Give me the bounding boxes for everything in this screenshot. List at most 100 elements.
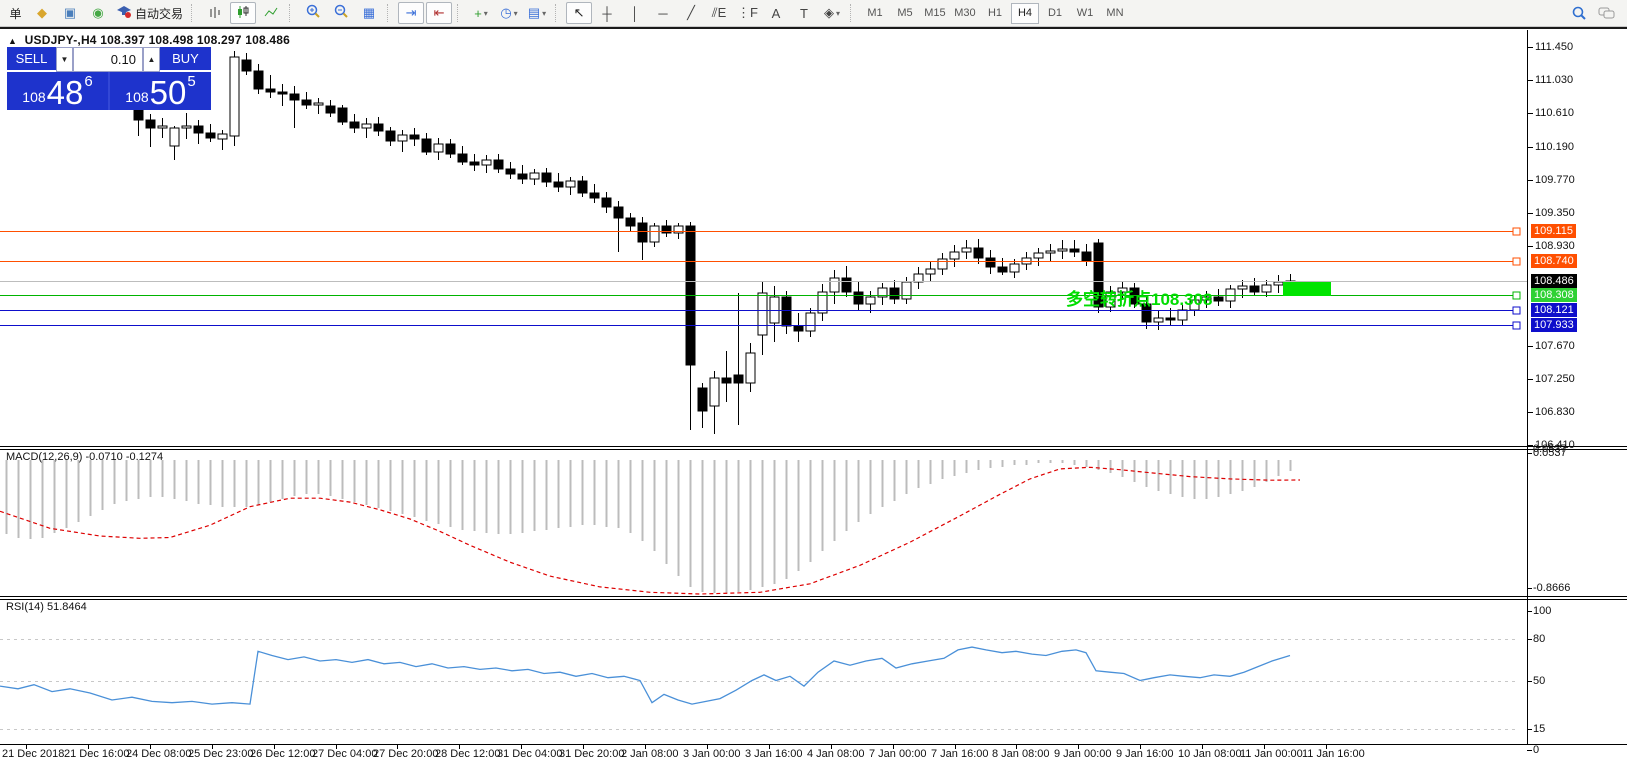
fibonacci-icon[interactable]: ⋮F [734, 2, 761, 24]
timeframe-button-mn[interactable]: MN [1101, 3, 1129, 24]
timeframe-button-m1[interactable]: M1 [861, 3, 889, 24]
zoom-in-icon[interactable] [300, 2, 326, 24]
price-level-badge[interactable]: 108.308 [1531, 288, 1577, 302]
dropdown-arrow-icon[interactable]: ▾ [542, 9, 546, 18]
text-icon: A [772, 6, 781, 21]
rsi-line [0, 647, 1290, 704]
time-axis-label: 8 Jan 08:00 [992, 748, 1050, 760]
timeframe-button-m5[interactable]: M5 [891, 3, 919, 24]
toolbar-separator [191, 4, 198, 22]
lot-increase-button[interactable]: ▲ [143, 47, 160, 72]
macd-indicator-label: MACD(12,26,9) -0.0710 -0.1274 [6, 451, 163, 463]
toolbar-separator [850, 4, 857, 22]
time-axis-label: 27 Dec 04:00 [312, 748, 377, 760]
timeframe-button-w1[interactable]: W1 [1071, 3, 1099, 24]
label-icon[interactable]: T [791, 2, 817, 24]
horizontal-line-icon[interactable]: ─ [650, 2, 676, 24]
timeframe-button-m30[interactable]: M30 [951, 3, 979, 24]
lot-size-input[interactable]: 0.10 [73, 47, 143, 72]
lot-dropdown-button[interactable]: ▼ [56, 47, 73, 72]
candlestick-chart-icon [236, 5, 250, 22]
indicators-icon[interactable]: +▾ [468, 2, 494, 24]
price-level-badge[interactable]: 108.121 [1531, 303, 1577, 317]
arrows-icon[interactable]: ◈▾ [819, 2, 845, 24]
price-level-badge[interactable]: 109.115 [1531, 224, 1576, 238]
auto-scroll-icon[interactable]: ⇥ [398, 2, 424, 24]
periods-icon: ◷ [500, 5, 511, 21]
deposit-icon[interactable]: ◆ [29, 2, 55, 24]
bar-chart-icon [208, 5, 222, 22]
time-axis-label: 27 Dec 20:00 [373, 748, 438, 760]
signals-icon[interactable]: ◉ [85, 2, 111, 24]
rsi-indicator-label: RSI(14) 51.8464 [6, 601, 87, 613]
dropdown-arrow-icon[interactable]: ▾ [836, 9, 840, 18]
time-axis-label: 4 Jan 08:00 [807, 748, 865, 760]
timeframe-button-m15[interactable]: M15 [921, 3, 949, 24]
crosshair-icon[interactable]: ┼ [594, 2, 620, 24]
time-axis-label: 2 Jan 08:00 [621, 748, 679, 760]
bar-chart-icon[interactable] [202, 2, 228, 24]
price-level-badge[interactable]: 108.740 [1531, 254, 1577, 268]
timeframe-button-h4[interactable]: H4 [1011, 3, 1039, 24]
chat-icon[interactable] [1594, 2, 1620, 24]
tile-windows-icon: ▦ [363, 5, 375, 21]
time-axis-label: 31 Dec 04:00 [497, 748, 562, 760]
zoom-out-icon[interactable] [328, 2, 354, 24]
cursor-icon[interactable]: ↖ [566, 2, 592, 24]
time-axis-label: 24 Dec 08:00 [126, 748, 191, 760]
highlight-rectangle[interactable] [1283, 282, 1331, 296]
equidistant-channel-icon: ⫽E [712, 5, 726, 21]
line-chart-icon[interactable] [258, 2, 284, 24]
strategy-tester-icon[interactable]: ▣ [57, 2, 83, 24]
close-value: 108.486 [245, 33, 290, 47]
price-tick-label: 109.770 [1535, 174, 1575, 186]
dropdown-arrow-icon[interactable]: ▾ [514, 9, 518, 18]
time-axis-label: 10 Jan 08:00 [1178, 748, 1242, 760]
macd-scale-top-label: 0.0537 [1533, 447, 1567, 459]
new-order-button[interactable]: 单 [1, 2, 27, 24]
rsi-scale-label: 50 [1533, 675, 1545, 687]
buy-button[interactable]: BUY [160, 47, 211, 72]
collapse-icon[interactable]: ▲ [8, 36, 17, 46]
search-icon[interactable] [1566, 2, 1592, 24]
text-icon[interactable]: A [763, 2, 789, 24]
autotrading-button[interactable]: 自动交易 [113, 2, 186, 24]
trendline-icon: ╱ [687, 5, 695, 21]
toolbar-right-group [1565, 2, 1621, 24]
rsi-scale-label: 100 [1533, 605, 1551, 617]
high-value: 108.498 [149, 33, 194, 47]
timeframe-button-d1[interactable]: D1 [1041, 3, 1069, 24]
chart-title: ▲ USDJPY-,H4 108.397 108.498 108.297 108… [8, 33, 290, 47]
price-tick-label: 111.450 [1535, 41, 1573, 53]
buy-price-prefix: 108 [125, 89, 148, 105]
chart-window: 单◆▣◉自动交易▦⇥⇤+▾◷▾▤▾↖┼│─╱⫽E⋮FAT◈▾M1M5M15M30… [0, 0, 1627, 768]
time-axis-label: 11 Jan 16:00 [1302, 748, 1365, 760]
buy-price[interactable]: 108 50 5 [110, 72, 211, 110]
templates-icon[interactable]: ▤▾ [524, 2, 550, 24]
turning-point-annotation[interactable]: 多空转折点108.308 [1066, 285, 1212, 310]
candlestick-chart-icon[interactable] [230, 2, 256, 24]
candlestick-chart[interactable] [0, 0, 1627, 768]
price-tick-label: 107.250 [1535, 373, 1575, 385]
dropdown-arrow-icon[interactable]: ▾ [484, 9, 488, 18]
arrows-icon: ◈ [824, 5, 834, 21]
horizontal-line-icon: ─ [658, 6, 667, 21]
price-level-badge[interactable]: 107.933 [1531, 318, 1577, 332]
rsi-scale-label: 80 [1533, 633, 1545, 645]
time-axis-label: 7 Jan 16:00 [931, 748, 989, 760]
chart-shift-icon[interactable]: ⇤ [426, 2, 452, 24]
sell-price[interactable]: 108 48 6 [7, 72, 110, 110]
equidistant-channel-icon[interactable]: ⫽E [706, 2, 732, 24]
periods-icon[interactable]: ◷▾ [496, 2, 522, 24]
strategy-tester-icon: ▣ [64, 5, 76, 21]
time-axis-label: 3 Jan 16:00 [745, 748, 803, 760]
vertical-line-icon[interactable]: │ [622, 2, 648, 24]
autotrading-button-label: 自动交易 [135, 5, 183, 22]
tile-windows-icon[interactable]: ▦ [356, 2, 382, 24]
crosshair-icon: ┼ [602, 6, 611, 21]
signals-icon: ◉ [92, 5, 103, 21]
timeframe-button-h1[interactable]: H1 [981, 3, 1009, 24]
low-value: 108.297 [197, 33, 242, 47]
sell-button[interactable]: SELL [7, 47, 56, 72]
trendline-icon[interactable]: ╱ [678, 2, 704, 24]
